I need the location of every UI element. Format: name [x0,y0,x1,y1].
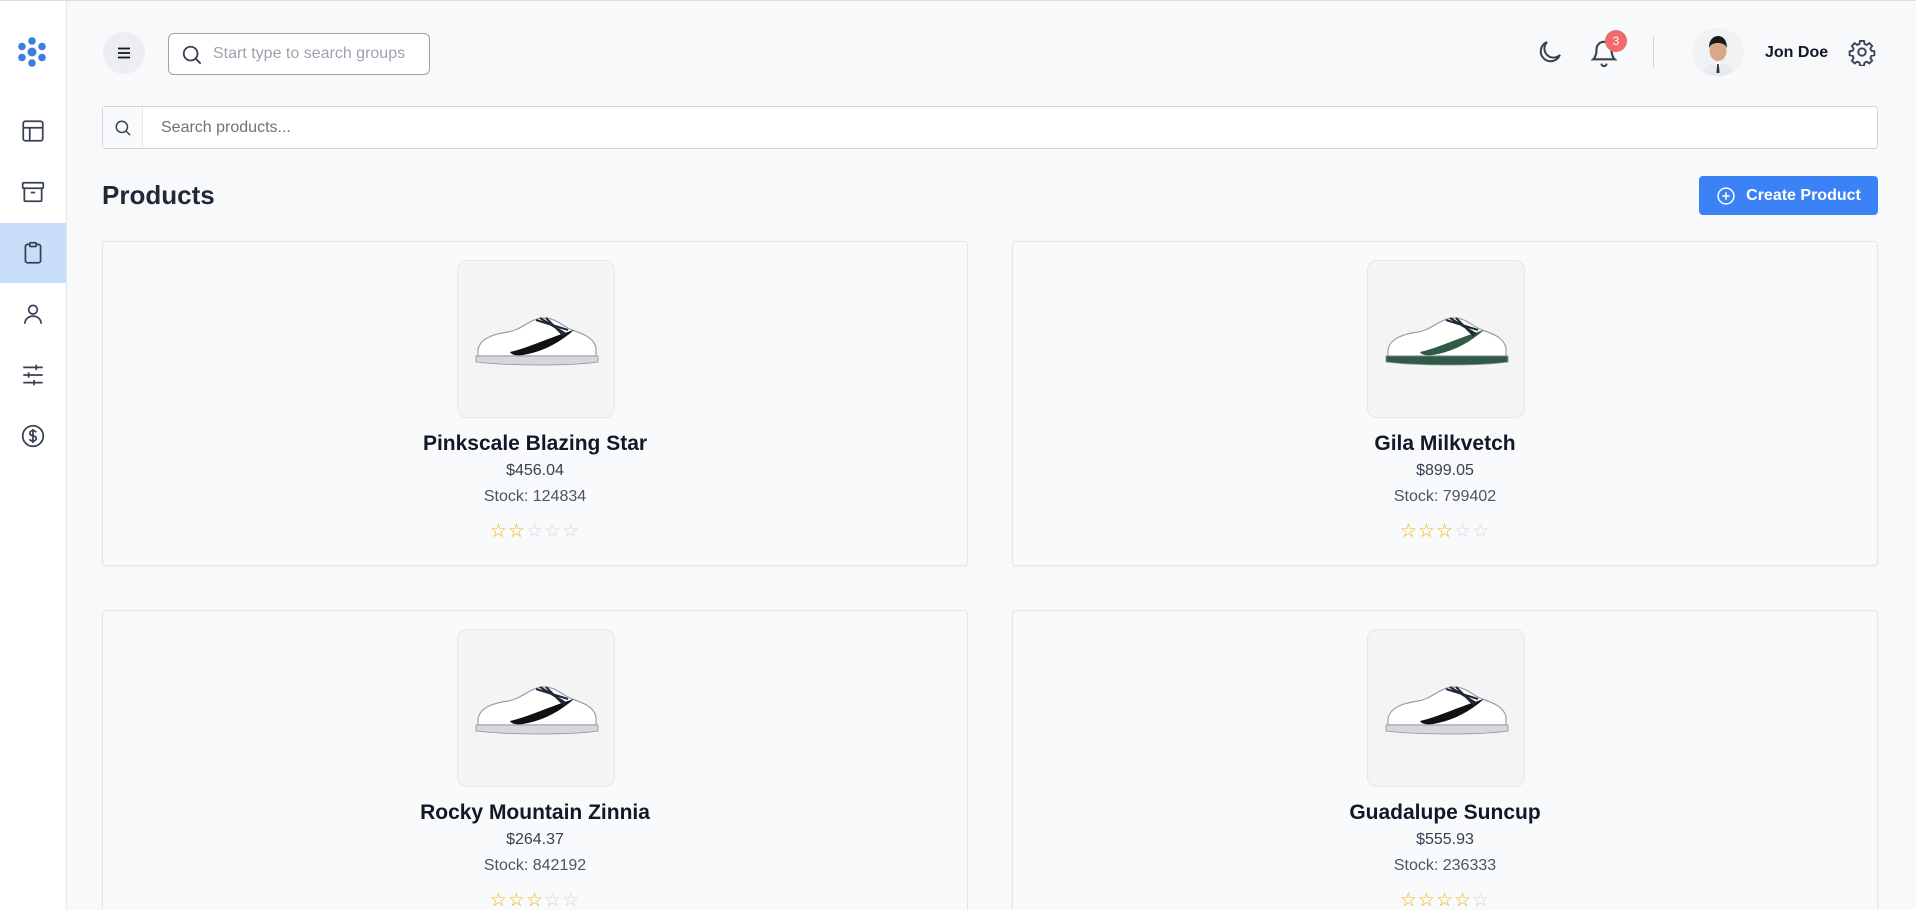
star-empty-icon: ☆ [544,890,563,910]
group-search-input[interactable] [213,39,413,69]
product-rating: ☆☆☆☆☆ [103,891,967,910]
sidebar [0,1,67,910]
product-price: $456.04 [506,462,564,479]
product-image [1367,260,1525,418]
product-card[interactable]: Guadalupe Suncup $555.93 Stock: 236333 ☆… [1012,610,1878,910]
star-filled-icon: ☆ [489,521,508,542]
product-image [457,260,615,418]
product-search-box [102,106,1878,149]
sliders-icon [23,364,43,386]
star-filled-icon: ☆ [1454,890,1473,910]
product-image [1367,629,1525,787]
plus-circle-icon [1717,186,1735,205]
star-empty-icon: ☆ [1472,521,1491,542]
star-empty-icon: ☆ [1454,521,1473,542]
star-empty-icon: ☆ [562,521,581,542]
archive-icon [21,181,45,203]
sidebar-item-archive[interactable] [0,162,66,222]
search-icon [115,120,131,136]
sidebar-item-settings[interactable] [0,345,66,405]
hamburger-icon [118,47,130,59]
star-filled-icon: ☆ [1399,521,1418,542]
star-filled-icon: ☆ [1435,521,1455,542]
user-icon [24,304,42,324]
product-image [457,629,615,787]
product-name: Rocky Mountain Zinnia [420,801,650,824]
notification-badge: 3 [1605,30,1627,52]
app-logo-icon[interactable] [14,36,50,68]
sidebar-item-dashboard[interactable] [0,101,66,161]
gear-icon[interactable] [1848,38,1876,66]
product-card[interactable]: Gila Milkvetch $899.05 Stock: 799402 ☆☆☆… [1012,241,1878,566]
product-name: Pinkscale Blazing Star [422,432,648,455]
avatar-image [1692,28,1744,76]
product-price: $899.05 [1416,462,1474,479]
avatar[interactable] [1692,28,1744,76]
sneaker-image [475,317,599,366]
star-filled-icon: ☆ [525,890,545,910]
product-card[interactable]: Rocky Mountain Zinnia $264.37 Stock: 842… [102,610,968,910]
sneaker-image [475,686,599,735]
star-filled-icon: ☆ [1435,890,1455,910]
star-empty-icon: ☆ [525,521,545,542]
search-icon [182,45,202,65]
product-name: Guadalupe Suncup [1349,801,1541,824]
layout-icon [22,120,44,142]
product-stock: Stock: 124834 [483,488,587,505]
product-card[interactable]: Pinkscale Blazing Star $456.04 Stock: 12… [102,241,968,566]
star-filled-icon: ☆ [1417,521,1436,542]
product-price: $555.93 [1416,831,1474,848]
dollar-icon [21,424,45,448]
product-stock: Stock: 842192 [483,857,587,874]
header-divider [1653,36,1654,68]
create-product-button[interactable]: Create Product [1699,176,1878,215]
star-filled-icon: ☆ [1417,890,1436,910]
menu-toggle-button[interactable] [103,32,145,74]
product-price: $264.37 [506,831,564,848]
product-search-input[interactable] [161,113,1861,142]
product-rating: ☆☆☆☆☆ [103,522,967,541]
product-rating: ☆☆☆☆☆ [1013,522,1877,541]
sidebar-item-billing[interactable] [0,406,66,466]
clipboard-icon [24,241,42,264]
group-search-box [168,33,430,75]
page-title: Products [102,180,215,210]
star-filled-icon: ☆ [1399,890,1418,910]
product-search-prefix [103,107,143,148]
sidebar-item-users[interactable] [0,284,66,344]
star-filled-icon: ☆ [507,890,526,910]
user-name[interactable]: Jon Doe [1765,44,1828,62]
product-rating: ☆☆☆☆☆ [1013,891,1877,910]
product-stock: Stock: 799402 [1393,488,1497,505]
product-name: Gila Milkvetch [1374,432,1516,455]
sneaker-image [1385,686,1509,735]
create-product-label: Create Product [1746,186,1861,204]
star-empty-icon: ☆ [1472,890,1491,910]
star-empty-icon: ☆ [544,521,563,542]
sidebar-item-products[interactable] [0,223,66,283]
product-stock: Stock: 236333 [1393,857,1497,874]
star-empty-icon: ☆ [562,890,581,910]
star-filled-icon: ☆ [489,890,508,910]
star-filled-icon: ☆ [507,521,526,542]
sneaker-image [1385,317,1509,366]
moon-icon[interactable] [1536,38,1564,66]
